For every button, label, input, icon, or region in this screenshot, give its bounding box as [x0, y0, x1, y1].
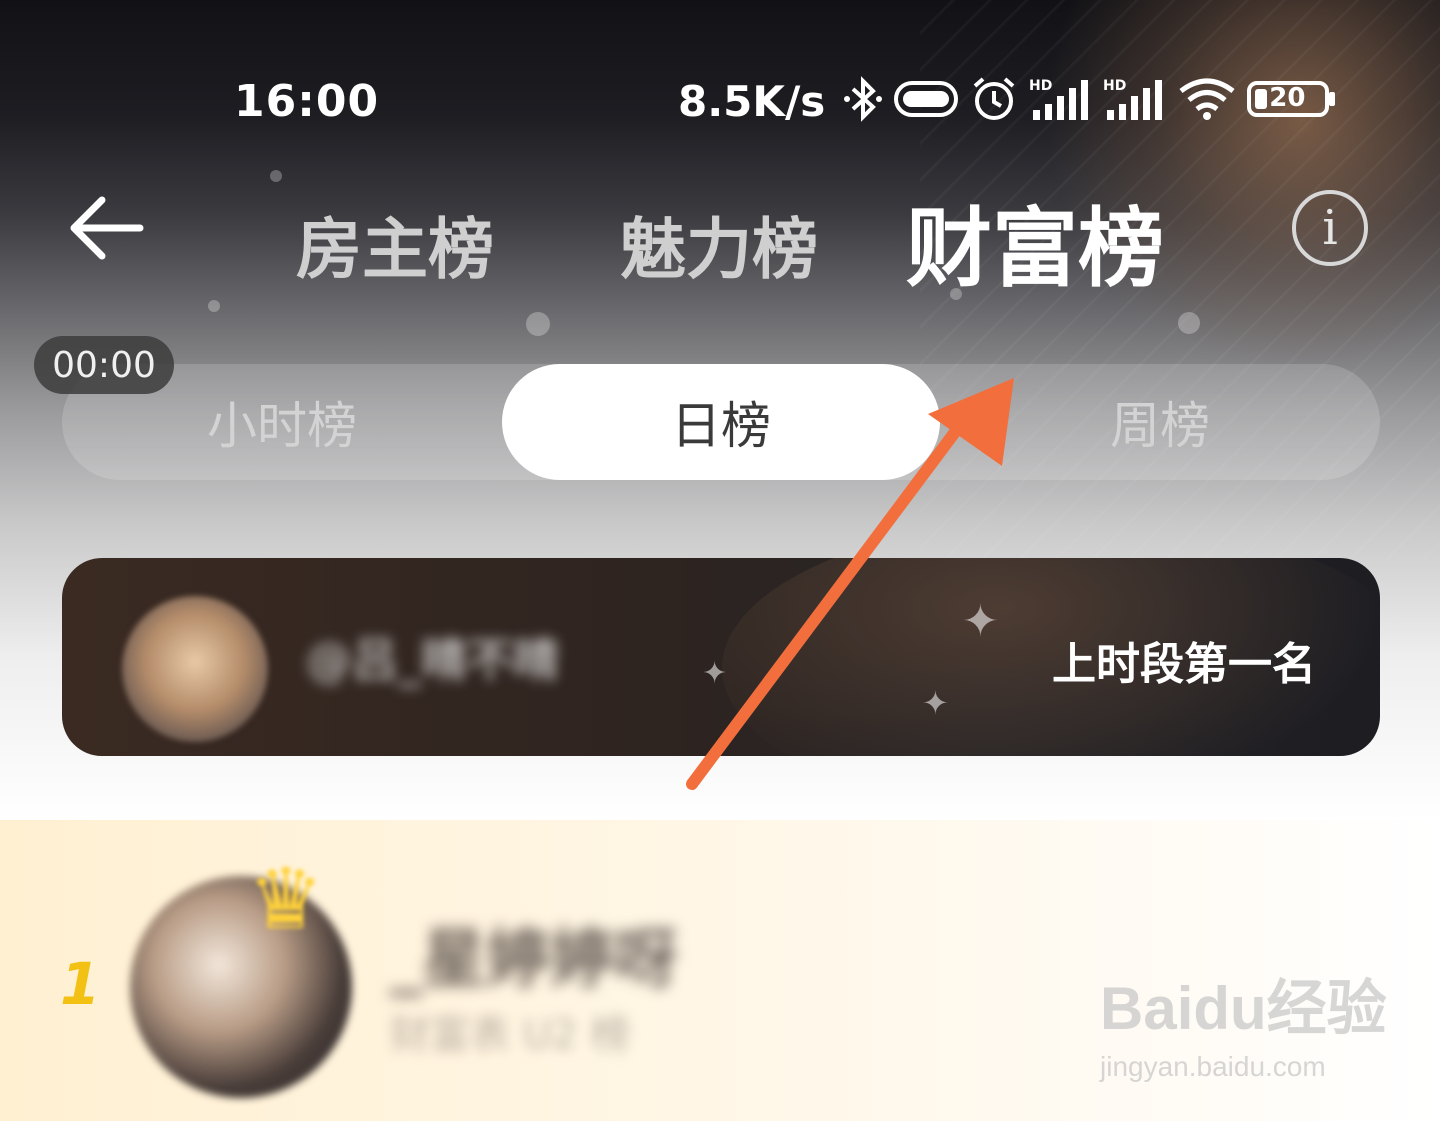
svg-text:HD: HD [1103, 78, 1126, 94]
tab-charm-ranking[interactable]: 魅力榜 [620, 196, 818, 292]
svg-text:HD: HD [1029, 78, 1052, 94]
bluetooth-icon [843, 75, 883, 127]
back-arrow-icon [70, 196, 144, 260]
ranking-user-subtitle: 财富表 U2 榜 [390, 1012, 631, 1058]
period-daily[interactable]: 日榜 [502, 364, 940, 480]
decor-dot [1178, 312, 1200, 334]
info-button[interactable]: i [1292, 190, 1368, 266]
baidu-watermark: Baidu经验 jingyan.baidu.com [1100, 960, 1387, 1083]
wifi-icon [1177, 77, 1237, 125]
decor-dot [270, 170, 282, 182]
net-speed: 8.5K/s [678, 76, 826, 126]
decor-dot [526, 312, 550, 336]
avatar[interactable] [122, 596, 268, 742]
rank-number: 1 [60, 950, 101, 1018]
battery-level: 20 [1269, 83, 1306, 113]
status-time: 16:00 [234, 76, 380, 127]
sparkle-icon: ✦ [922, 684, 949, 722]
decor-dot [208, 300, 220, 312]
sparkle-icon: ✦ [702, 656, 728, 691]
crown-icon: ♛ [248, 850, 324, 948]
back-button[interactable] [66, 190, 146, 270]
previous-top-card[interactable]: @吕_晴不晴 ✦ ✦ ✦ 上时段第一名 [62, 558, 1380, 756]
alarm-icon [969, 74, 1019, 128]
info-icon: i [1322, 200, 1338, 256]
hd-signal-icon: HD [1103, 76, 1167, 126]
hd-signal-icon: HD [1029, 76, 1093, 126]
previous-top-name: @吕_晴不晴 [306, 633, 559, 687]
app-screen: 16:00 8.5K/s HD HD 20 房主榜 魅力榜 财富榜 i 小时榜 … [0, 0, 1440, 1121]
vpn-icon [893, 79, 959, 123]
period-weekly[interactable]: 周榜 [940, 364, 1380, 480]
status-icons: 8.5K/s HD HD 20 [678, 76, 1337, 126]
watermark-url: jingyan.baidu.com [1100, 1051, 1326, 1082]
period-selector: 小时榜 日榜 周榜 [62, 364, 1380, 480]
tab-host-ranking[interactable]: 房主榜 [296, 196, 494, 292]
sparkle-icon: ✦ [962, 596, 999, 647]
watermark-logo: Baidu经验 [1100, 975, 1387, 1042]
tab-wealth-ranking[interactable]: 财富榜 [906, 178, 1164, 303]
battery-icon: 20 [1247, 79, 1337, 123]
previous-top-label: 上时段第一名 [1052, 639, 1316, 690]
countdown-badge: 00:00 [34, 336, 174, 394]
ranking-user-name: _星婷婷呀 [390, 923, 678, 997]
